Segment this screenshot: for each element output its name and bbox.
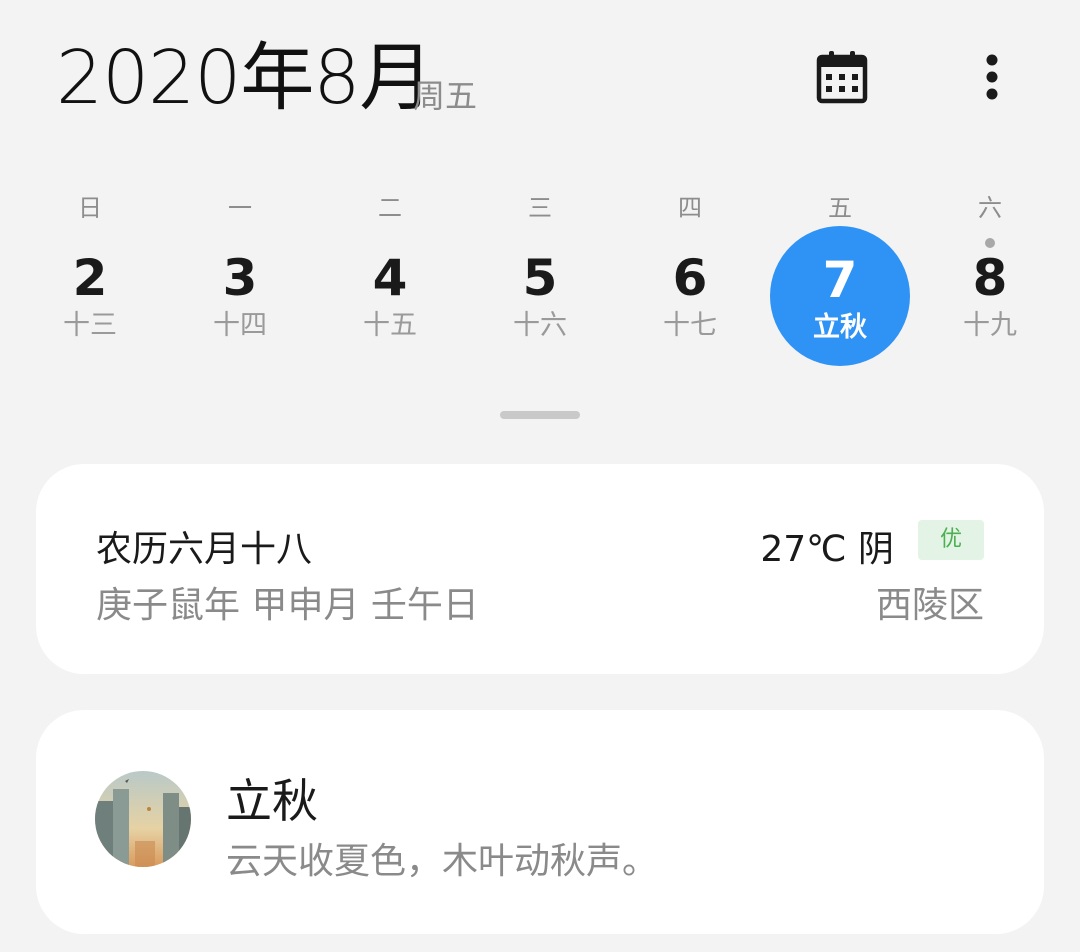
day-number: 4 xyxy=(372,249,408,307)
day-cell[interactable]: 日 2 十三 xyxy=(15,180,165,380)
month-title[interactable]: 2020年8月 xyxy=(56,38,433,118)
day-cell-selected[interactable]: 五 7 立秋 xyxy=(765,180,915,380)
weekday-label: 周五 xyxy=(413,77,478,115)
lunar-day: 十六 xyxy=(513,310,567,341)
day-of-week: 六 xyxy=(978,194,1002,222)
day-cell[interactable]: 四 6 十七 xyxy=(615,180,765,380)
weather-summary: 27℃ 阴 xyxy=(760,529,894,570)
lunar-info-card[interactable]: 农历六月十八 庚子鼠年 甲申月 壬午日 27℃ 阴 优 西陵区 xyxy=(36,464,1044,674)
aqi-badge: 优 xyxy=(918,520,984,560)
day-of-week: 三 xyxy=(528,194,552,222)
day-of-week: 二 xyxy=(378,194,402,222)
drag-handle[interactable] xyxy=(500,411,580,419)
lunar-day: 十九 xyxy=(963,310,1017,341)
solar-term-label: 立秋 xyxy=(813,312,867,343)
day-of-week: 一 xyxy=(228,194,252,222)
solar-term-thumbnail xyxy=(95,771,191,867)
solar-term-card[interactable]: 立秋 云天收夏色，木叶动秋声。 xyxy=(36,710,1044,934)
lunar-day: 十七 xyxy=(663,310,717,341)
solar-term-poem: 云天收夏色，木叶动秋声。 xyxy=(226,841,659,882)
week-strip: 日 2 十三 一 3 十四 二 4 十五 三 5 十六 四 6 十七 五 7 立… xyxy=(15,180,1065,380)
day-of-week: 五 xyxy=(828,194,852,222)
day-of-week: 四 xyxy=(678,194,702,222)
day-number: 5 xyxy=(522,249,558,307)
day-cell[interactable]: 一 3 十四 xyxy=(165,180,315,380)
lunar-date: 农历六月十八 xyxy=(96,529,313,570)
day-cell[interactable]: 二 4 十五 xyxy=(315,180,465,380)
header: 2020年8月 周五 xyxy=(0,0,1080,150)
calendar-icon[interactable] xyxy=(812,48,872,108)
event-dot-icon xyxy=(985,238,995,248)
day-cell[interactable]: 六 8 十九 xyxy=(915,180,1065,380)
day-number: 7 xyxy=(822,251,858,309)
lunar-day: 十四 xyxy=(213,310,267,341)
day-number: 8 xyxy=(972,249,1008,307)
lunar-day: 十三 xyxy=(63,310,117,341)
lunar-day: 十五 xyxy=(363,310,417,341)
ganzhi-date: 庚子鼠年 甲申月 壬午日 xyxy=(96,585,479,626)
solar-term-title: 立秋 xyxy=(226,774,318,828)
day-number: 6 xyxy=(672,249,708,307)
more-vertical-icon[interactable] xyxy=(968,48,1016,108)
district-name: 西陵区 xyxy=(875,585,984,626)
day-cell[interactable]: 三 5 十六 xyxy=(465,180,615,380)
day-of-week: 日 xyxy=(78,194,102,222)
day-number: 3 xyxy=(222,249,258,307)
day-number: 2 xyxy=(72,249,108,307)
